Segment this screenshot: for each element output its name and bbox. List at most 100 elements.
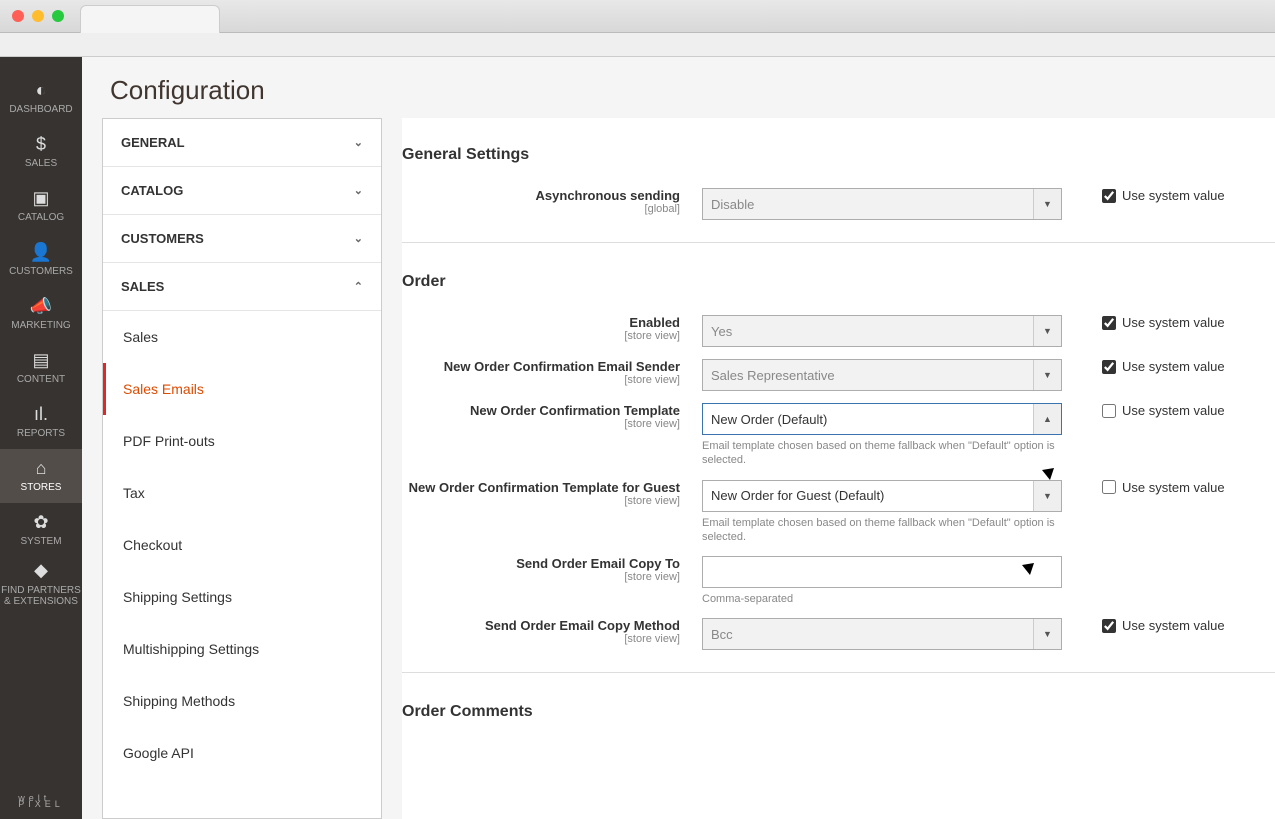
- chevron-up-icon: [1033, 404, 1061, 434]
- subnav-sales[interactable]: Sales: [103, 311, 381, 363]
- use-system-value-enabled[interactable]: Use system value: [1102, 315, 1225, 330]
- group-general-settings[interactable]: General Settings: [402, 138, 1275, 182]
- dollar-icon: $: [36, 135, 46, 155]
- group-order-comments[interactable]: Order Comments: [402, 695, 1275, 739]
- nav-catalog[interactable]: ▣ CATALOG: [0, 179, 82, 233]
- brand-logo: weltPIXEL: [18, 791, 64, 819]
- use-system-value-template-guest[interactable]: Use system value: [1102, 480, 1225, 495]
- use-system-value-copy-method[interactable]: Use system value: [1102, 618, 1225, 633]
- checkbox-sys-enabled[interactable]: [1102, 316, 1116, 330]
- section-customers[interactable]: CUSTOMERS⌄: [103, 215, 381, 263]
- admin-sidebar: ◐ DASHBOARD $ SALES ▣ CATALOG 👤 CUSTOMERS 📣 M…: [0, 57, 82, 819]
- label-template: New Order Confirmation Template[store vi…: [402, 403, 702, 430]
- nav-label: MARKETING: [11, 320, 70, 331]
- select-copy-method: Bcc: [702, 618, 1062, 650]
- label-enabled: Enabled[store view]: [402, 315, 702, 342]
- nav-marketing[interactable]: 📣 MARKETING: [0, 287, 82, 341]
- section-label: SALES: [121, 279, 164, 294]
- dashboard-icon: ◐: [36, 81, 47, 101]
- select-async-sending: Disable: [702, 188, 1062, 220]
- checkbox-sys-sender[interactable]: [1102, 360, 1116, 374]
- chevron-down-icon: [1033, 316, 1061, 346]
- nav-label: DASHBOARD: [9, 104, 72, 115]
- browser-toolbar: [0, 33, 1275, 57]
- nav-partners[interactable]: ◆ FIND PARTNERS & EXTENSIONS: [0, 557, 82, 611]
- label-copy-to: Send Order Email Copy To[store view]: [402, 556, 702, 583]
- chevron-down-icon: [1033, 619, 1061, 649]
- subnav-shipping-settings[interactable]: Shipping Settings: [103, 571, 381, 623]
- browser-tab[interactable]: [80, 5, 220, 33]
- subnav-pdf[interactable]: PDF Print-outs: [103, 415, 381, 467]
- person-icon: 👤: [30, 243, 52, 263]
- chevron-down-icon: ⌄: [354, 136, 363, 149]
- layout-icon: ▤: [32, 351, 49, 371]
- label-async-sending: Asynchronous sending[global]: [402, 188, 702, 215]
- chevron-down-icon: [1033, 481, 1061, 511]
- minimize-window-button[interactable]: [32, 10, 44, 22]
- subnav-multishipping[interactable]: Multishipping Settings: [103, 623, 381, 675]
- label-copy-method: Send Order Email Copy Method[store view]: [402, 618, 702, 645]
- window-controls: [12, 10, 64, 22]
- checkbox-sys-copy-method[interactable]: [1102, 619, 1116, 633]
- box-icon: ▣: [32, 189, 49, 209]
- nav-label: STORES: [21, 482, 62, 493]
- megaphone-icon: 📣: [30, 297, 52, 317]
- chart-icon: ıl.: [34, 405, 48, 425]
- checkbox-sys-template[interactable]: [1102, 404, 1116, 418]
- section-label: GENERAL: [121, 135, 185, 150]
- chevron-up-icon: ⌃: [354, 280, 363, 293]
- store-icon: ⌂: [36, 459, 47, 479]
- nav-label: SALES: [25, 158, 57, 169]
- nav-stores[interactable]: ⌂ STORES: [0, 449, 82, 503]
- subnav-checkout[interactable]: Checkout: [103, 519, 381, 571]
- nav-label: CUSTOMERS: [9, 266, 73, 277]
- nav-content[interactable]: ▤ CONTENT: [0, 341, 82, 395]
- nav-system[interactable]: ✿ SYSTEM: [0, 503, 82, 557]
- select-sender: Sales Representative: [702, 359, 1062, 391]
- section-sales[interactable]: SALES ⌃: [103, 263, 381, 311]
- section-catalog[interactable]: CATALOG ⌄: [103, 167, 381, 215]
- section-label: CATALOG: [121, 183, 183, 198]
- subnav-shipping-methods[interactable]: Shipping Methods: [103, 675, 381, 727]
- section-general[interactable]: GENERAL ⌄: [103, 119, 381, 167]
- use-system-value-sender[interactable]: Use system value: [1102, 359, 1225, 374]
- label-template-guest: New Order Confirmation Template for Gues…: [402, 480, 702, 507]
- select-template[interactable]: New Order (Default): [702, 403, 1062, 435]
- nav-customers[interactable]: 👤 CUSTOMERS: [0, 233, 82, 287]
- nav-label: REPORTS: [17, 428, 65, 439]
- chevron-down-icon: [1033, 189, 1061, 219]
- section-label: CUSTOMERS: [121, 231, 204, 246]
- chevron-down-icon: [1033, 360, 1061, 390]
- use-system-value-async[interactable]: Use system value: [1102, 188, 1225, 203]
- chevron-down-icon: ⌄: [354, 184, 363, 197]
- maximize-window-button[interactable]: [52, 10, 64, 22]
- subnav-tax[interactable]: Tax: [103, 467, 381, 519]
- puzzle-icon: ◆: [34, 561, 48, 581]
- input-copy-to[interactable]: [702, 556, 1062, 588]
- settings-form: General Settings Asynchronous sending[gl…: [402, 118, 1275, 819]
- nav-label: CONTENT: [17, 374, 65, 385]
- use-system-value-template[interactable]: Use system value: [1102, 403, 1225, 418]
- page-title: Configuration: [82, 57, 1275, 118]
- checkbox-sys-template-guest[interactable]: [1102, 480, 1116, 494]
- divider: [402, 242, 1275, 243]
- gear-icon: ✿: [33, 513, 48, 533]
- group-order[interactable]: Order: [402, 265, 1275, 309]
- nav-reports[interactable]: ıl. REPORTS: [0, 395, 82, 449]
- nav-dashboard[interactable]: ◐ DASHBOARD: [0, 71, 82, 125]
- close-window-button[interactable]: [12, 10, 24, 22]
- note-template-guest: Email template chosen based on theme fal…: [702, 516, 1062, 545]
- subnav-sales-emails[interactable]: Sales Emails: [103, 363, 381, 415]
- subnav-google-api[interactable]: Google API: [103, 727, 381, 779]
- nav-label: FIND PARTNERS & EXTENSIONS: [0, 585, 82, 607]
- select-enabled: Yes: [702, 315, 1062, 347]
- note-template: Email template chosen based on theme fal…: [702, 439, 1062, 468]
- select-template-guest[interactable]: New Order for Guest (Default): [702, 480, 1062, 512]
- nav-label: CATALOG: [18, 212, 64, 223]
- note-copy-to: Comma-separated: [702, 592, 1062, 606]
- checkbox-sys-async[interactable]: [1102, 189, 1116, 203]
- divider: [402, 672, 1275, 673]
- nav-sales[interactable]: $ SALES: [0, 125, 82, 179]
- nav-label: SYSTEM: [20, 536, 61, 547]
- label-sender: New Order Confirmation Email Sender[stor…: [402, 359, 702, 386]
